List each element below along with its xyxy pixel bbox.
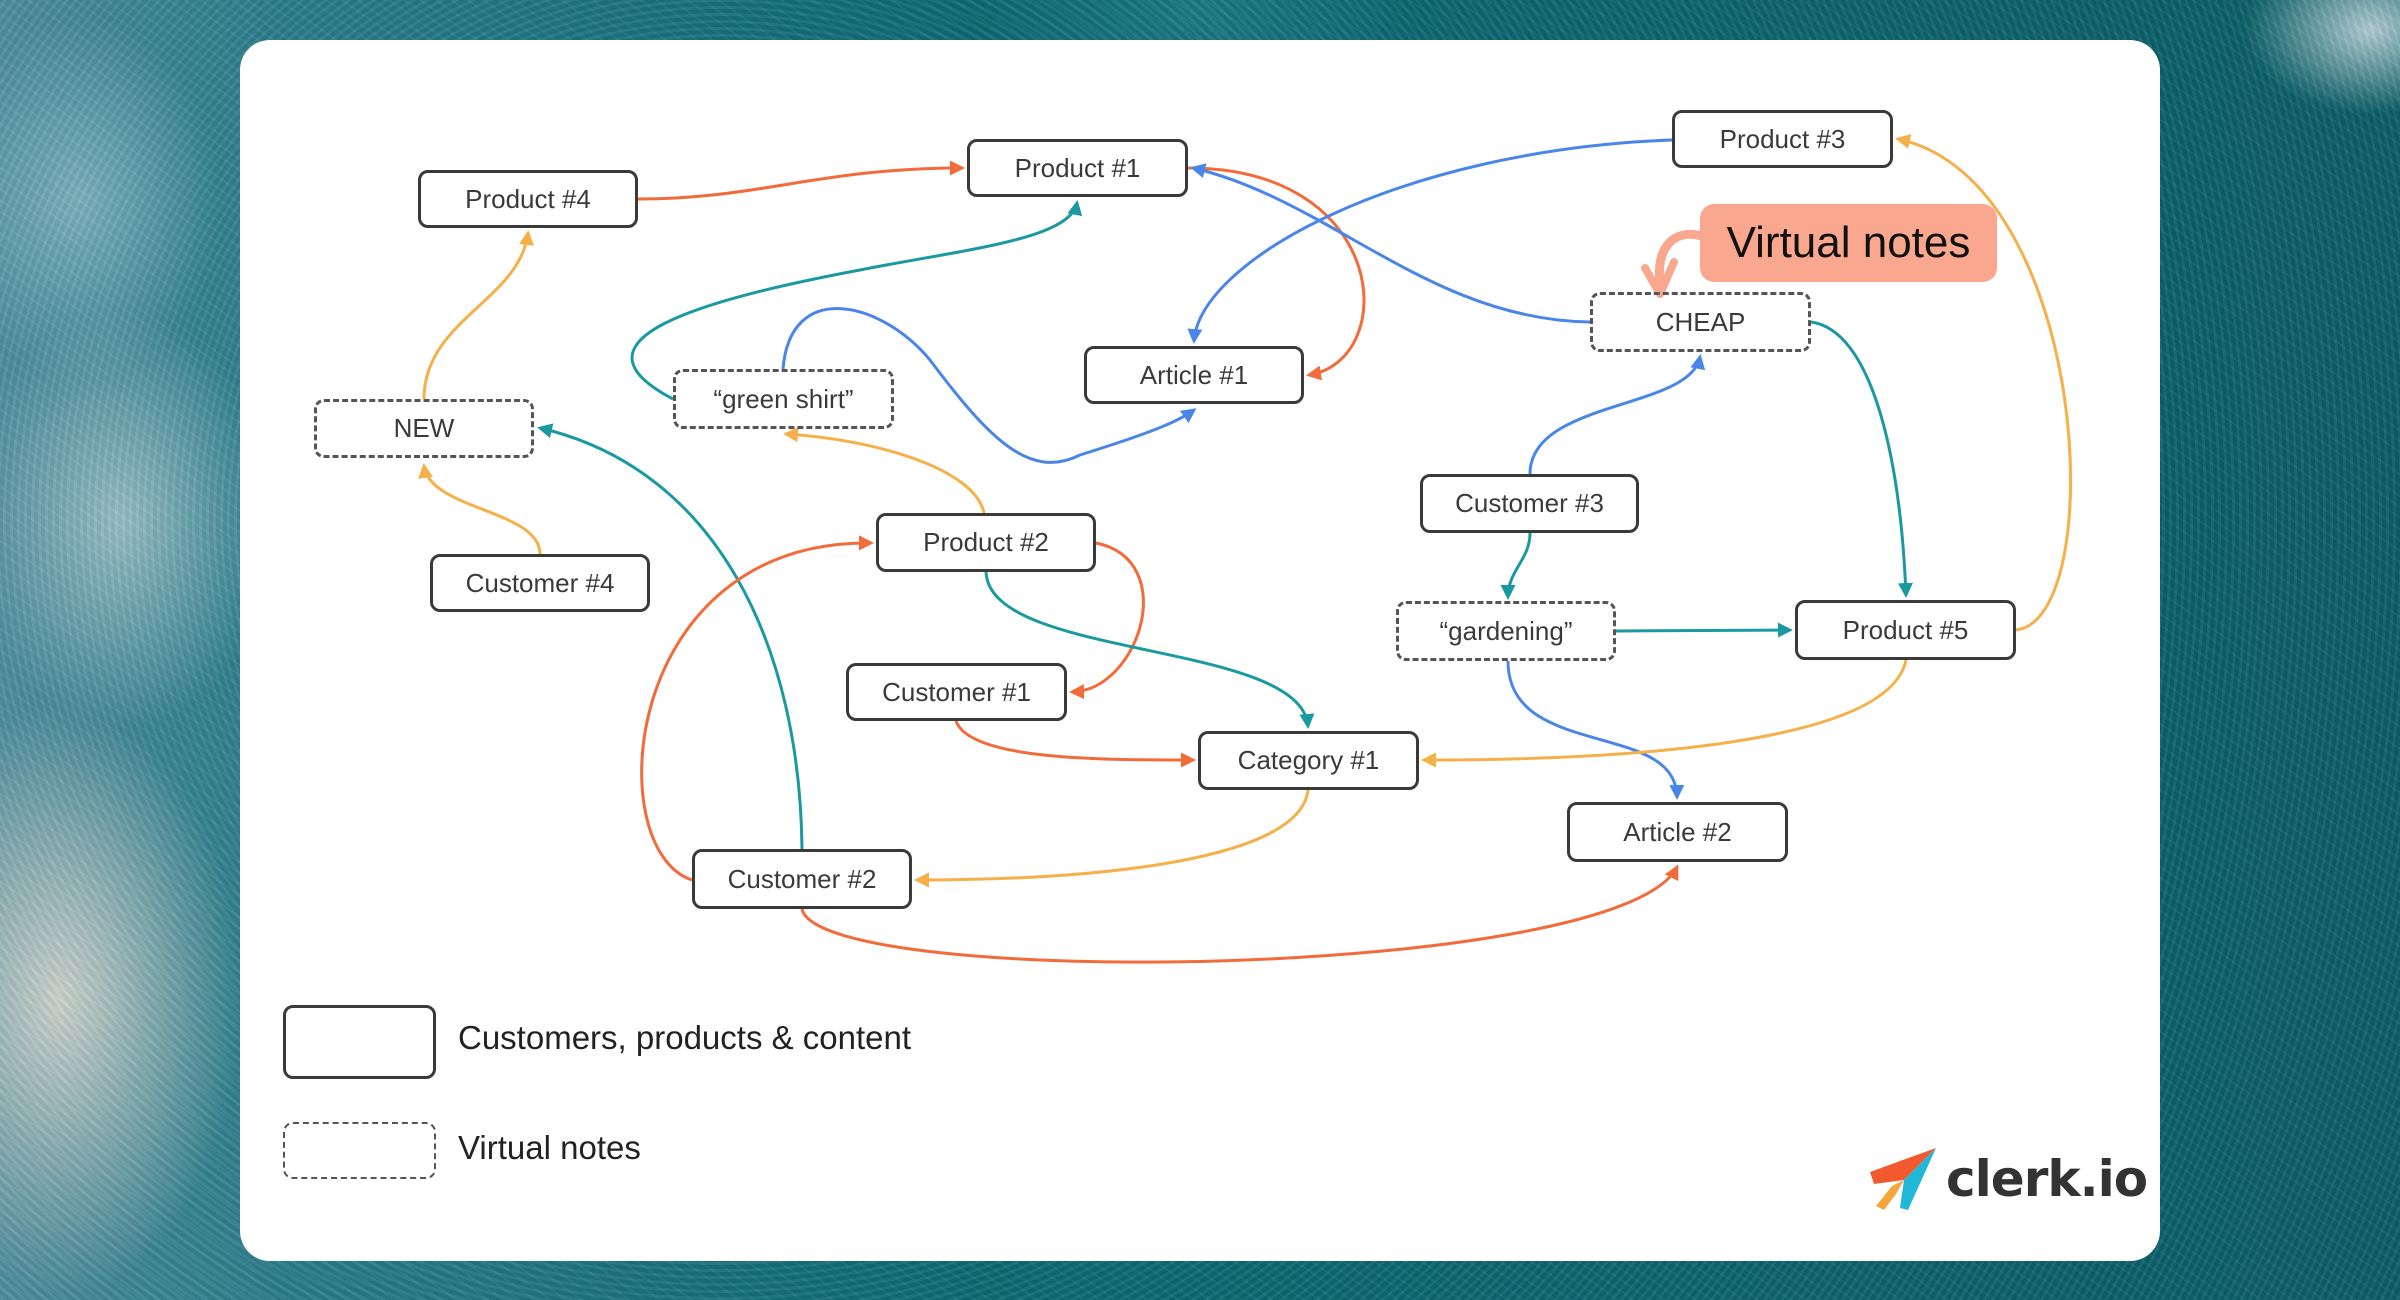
entity-node-customer3[interactable]: Customer #3 <box>1420 474 1639 533</box>
paper-plane-icon <box>1870 1148 1936 1210</box>
entity-node-product1[interactable]: Product #1 <box>967 139 1188 197</box>
virtual-note-new[interactable]: NEW <box>314 399 534 458</box>
entity-node-customer1[interactable]: Customer #1 <box>846 663 1067 721</box>
node-label: Product #2 <box>923 527 1049 557</box>
entity-node-product5[interactable]: Product #5 <box>1795 600 2016 660</box>
node-label: Customer #2 <box>727 863 877 894</box>
virtual-note-gardening[interactable]: “gardening” <box>1396 601 1616 661</box>
node-label: NEW <box>393 413 455 443</box>
node-label: “gardening” <box>1439 615 1573 646</box>
node-label: Customer #3 <box>1455 488 1604 518</box>
entity-node-product3[interactable]: Product #3 <box>1672 110 1893 168</box>
entity-node-customer2[interactable]: Customer #2 <box>692 849 912 909</box>
node-label: CHEAP <box>1655 306 1746 337</box>
node-label: Customer #1 <box>882 676 1031 707</box>
brand-name: clerk.io <box>1946 1150 2148 1208</box>
legend-entity-swatch <box>283 1005 436 1079</box>
legend-virtual-label: Virtual notes <box>458 1129 641 1166</box>
node-label: Customer #4 <box>465 567 615 598</box>
legend-virtual-swatch <box>283 1122 436 1179</box>
virtual-note-cheap[interactable]: CHEAP <box>1590 292 1811 352</box>
node-label: Article #2 <box>1623 816 1732 847</box>
legend-entity-label: Customers, products & content <box>458 1019 912 1056</box>
node-label: “green shirt” <box>713 383 854 414</box>
clerk-logo: clerk.io <box>1868 1146 2148 1212</box>
node-label: Product #5 <box>1842 614 1969 645</box>
virtual-notes-callout: Virtual notes <box>1700 204 1997 282</box>
node-label: Product #4 <box>465 183 591 214</box>
entity-node-customer4[interactable]: Customer #4 <box>430 554 650 612</box>
entity-node-category1[interactable]: Category #1 <box>1198 731 1419 790</box>
entity-node-article1[interactable]: Article #1 <box>1084 346 1304 404</box>
node-label: Product #1 <box>1014 152 1141 183</box>
node-label: Category #1 <box>1237 745 1380 775</box>
entity-node-article2[interactable]: Article #2 <box>1567 802 1788 862</box>
virtual-note-greenshirt[interactable]: “green shirt” <box>673 369 894 429</box>
node-label: Article #1 <box>1139 359 1249 390</box>
node-label: Product #3 <box>1719 123 1846 154</box>
entity-node-product2[interactable]: Product #2 <box>876 513 1096 572</box>
callout-label: Virtual notes <box>1726 218 1971 267</box>
entity-node-product4[interactable]: Product #4 <box>418 170 638 228</box>
